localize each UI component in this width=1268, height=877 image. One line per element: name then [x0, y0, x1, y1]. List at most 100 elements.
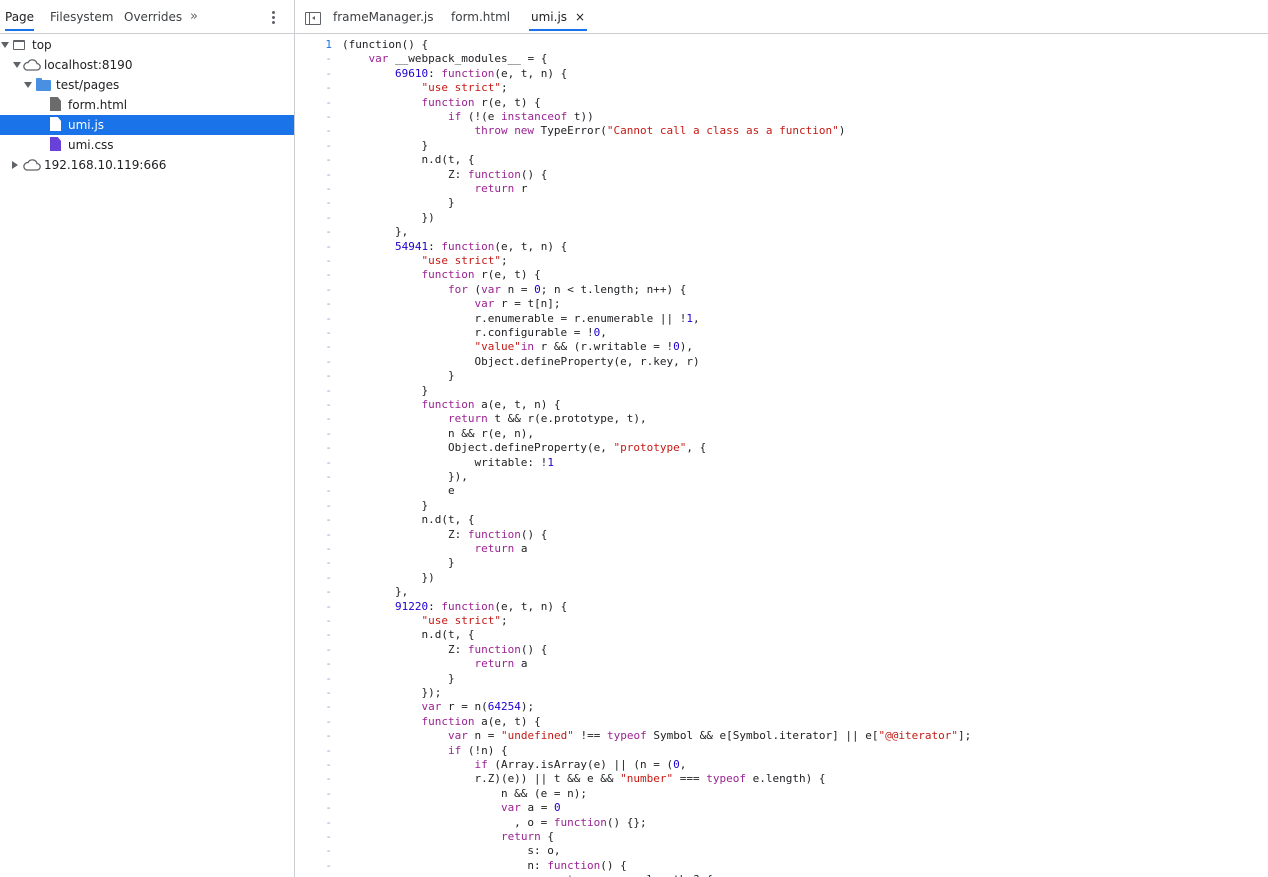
line-number[interactable]: -: [295, 614, 332, 628]
tree-item-top[interactable]: top: [0, 35, 294, 55]
code-line[interactable]: - function r(e, t) {: [295, 268, 1268, 282]
line-number[interactable]: -: [295, 456, 332, 470]
line-number[interactable]: -: [295, 484, 332, 498]
line-number[interactable]: -: [295, 110, 332, 124]
line-number[interactable]: -: [295, 225, 332, 239]
line-number[interactable]: -: [295, 240, 332, 254]
code-line[interactable]: - }: [295, 672, 1268, 686]
code-line[interactable]: - }: [295, 369, 1268, 383]
more-tabs-icon[interactable]: »: [190, 5, 198, 29]
code-line[interactable]: - 69610: function(e, t, n) {: [295, 67, 1268, 81]
code-line[interactable]: - }: [295, 384, 1268, 398]
line-number[interactable]: -: [295, 81, 332, 95]
code-line[interactable]: - }: [295, 499, 1268, 513]
code-line[interactable]: 1 (function() {: [295, 38, 1268, 52]
more-options-icon[interactable]: [272, 11, 276, 26]
line-number[interactable]: -: [295, 196, 332, 210]
code-line[interactable]: - , o = function() {};: [295, 816, 1268, 830]
code-line[interactable]: - return a: [295, 542, 1268, 556]
code-line[interactable]: - 54941: function(e, t, n) {: [295, 240, 1268, 254]
line-number[interactable]: -: [295, 772, 332, 786]
line-number[interactable]: -: [295, 585, 332, 599]
line-number[interactable]: -: [295, 139, 332, 153]
line-number[interactable]: -: [295, 268, 332, 282]
line-number[interactable]: -: [295, 859, 332, 873]
line-number[interactable]: -: [295, 600, 332, 614]
code-line[interactable]: - if (!n) {: [295, 744, 1268, 758]
code-line[interactable]: - n: function() {: [295, 859, 1268, 873]
line-number[interactable]: -: [295, 340, 332, 354]
line-number[interactable]: -: [295, 168, 332, 182]
line-number[interactable]: -: [295, 816, 332, 830]
code-line[interactable]: - return a: [295, 657, 1268, 671]
line-number[interactable]: -: [295, 571, 332, 585]
tab-umi-js[interactable]: umi.js ×: [529, 5, 588, 31]
line-number[interactable]: -: [295, 715, 332, 729]
code-line[interactable]: - "use strict";: [295, 254, 1268, 268]
tab-page[interactable]: Page: [5, 5, 35, 31]
line-number[interactable]: -: [295, 499, 332, 513]
code-line[interactable]: - }),: [295, 470, 1268, 484]
line-number[interactable]: -: [295, 182, 332, 196]
line-number[interactable]: -: [295, 211, 332, 225]
code-line[interactable]: - n && r(e, n),: [295, 427, 1268, 441]
line-number[interactable]: -: [295, 657, 332, 671]
chevron-right-icon[interactable]: [12, 161, 18, 169]
line-number[interactable]: -: [295, 528, 332, 542]
code-line[interactable]: - Z: function() {: [295, 168, 1268, 182]
code-line[interactable]: - "value"in r && (r.writable = !0),: [295, 340, 1268, 354]
line-number[interactable]: -: [295, 283, 332, 297]
code-line[interactable]: - }): [295, 211, 1268, 225]
code-line[interactable]: - function a(e, t) {: [295, 715, 1268, 729]
line-number[interactable]: -: [295, 801, 332, 815]
line-number[interactable]: -: [295, 326, 332, 340]
code-line[interactable]: - Object.defineProperty(e, "prototype", …: [295, 441, 1268, 455]
code-editor[interactable]: 1 (function() {- var __webpack_modules__ …: [295, 34, 1268, 877]
tab-form-html[interactable]: form.html: [449, 5, 512, 29]
tree-item-umi-js[interactable]: umi.js: [0, 115, 294, 135]
tab-framemanager-js[interactable]: frameManager.js: [331, 5, 435, 29]
code-line[interactable]: - var a = 0: [295, 801, 1268, 815]
toggle-navigator-icon[interactable]: [305, 12, 321, 25]
code-line[interactable]: - });: [295, 686, 1268, 700]
line-number[interactable]: -: [295, 398, 332, 412]
code-line[interactable]: - r.Z)(e)) || t && e && "number" === typ…: [295, 772, 1268, 786]
line-number[interactable]: 1: [295, 38, 332, 52]
line-number[interactable]: -: [295, 556, 332, 570]
code-line[interactable]: - for (var n = 0; n < t.length; n++) {: [295, 283, 1268, 297]
line-number[interactable]: -: [295, 124, 332, 138]
code-line[interactable]: - var n = "undefined" !== typeof Symbol …: [295, 729, 1268, 743]
line-number[interactable]: -: [295, 355, 332, 369]
tree-item-test-pages[interactable]: test/pages: [0, 75, 294, 95]
tree-item-form-html[interactable]: form.html: [0, 95, 294, 115]
line-number[interactable]: -: [295, 700, 332, 714]
code-line[interactable]: - throw new TypeError("Cannot call a cla…: [295, 124, 1268, 138]
tree-item-localhost[interactable]: localhost:8190: [0, 55, 294, 75]
line-number[interactable]: -: [295, 384, 332, 398]
line-number[interactable]: -: [295, 873, 332, 877]
code-line[interactable]: - 91220: function(e, t, n) {: [295, 600, 1268, 614]
line-number[interactable]: -: [295, 412, 332, 426]
line-number[interactable]: -: [295, 729, 332, 743]
chevron-down-icon[interactable]: [13, 62, 21, 68]
code-line[interactable]: - "use strict";: [295, 614, 1268, 628]
line-number[interactable]: -: [295, 744, 332, 758]
close-icon[interactable]: ×: [575, 10, 585, 24]
line-number[interactable]: -: [295, 628, 332, 642]
tree-item-umi-css[interactable]: umi.css: [0, 135, 294, 155]
line-number[interactable]: -: [295, 758, 332, 772]
code-line[interactable]: - "use strict";: [295, 81, 1268, 95]
code-line[interactable]: - Z: function() {: [295, 528, 1268, 542]
tab-filesystem[interactable]: Filesystem: [50, 5, 113, 29]
line-number[interactable]: -: [295, 52, 332, 66]
code-line[interactable]: - }: [295, 556, 1268, 570]
line-number[interactable]: -: [295, 67, 332, 81]
line-number[interactable]: -: [295, 96, 332, 110]
line-number[interactable]: -: [295, 542, 332, 556]
code-line[interactable]: - }: [295, 196, 1268, 210]
tree-item-remote-host[interactable]: 192.168.10.119:666: [0, 155, 294, 175]
code-line[interactable]: - function a(e, t, n) {: [295, 398, 1268, 412]
line-number[interactable]: -: [295, 844, 332, 858]
line-number[interactable]: -: [295, 153, 332, 167]
line-number[interactable]: -: [295, 254, 332, 268]
